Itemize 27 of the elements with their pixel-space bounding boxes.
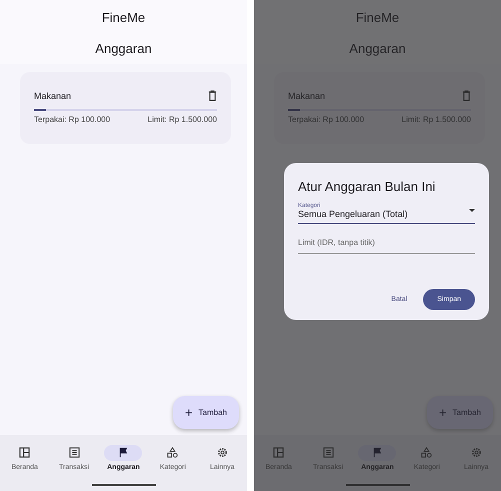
trash-icon[interactable] xyxy=(208,90,217,101)
add-button[interactable]: + Tambah xyxy=(172,396,239,429)
home-indicator xyxy=(92,484,156,486)
list-icon xyxy=(68,447,80,458)
home-indicator xyxy=(346,484,410,486)
dashboard-icon xyxy=(19,447,30,458)
budget-name: Makanan xyxy=(34,90,72,100)
dropdown-arrow-icon xyxy=(469,209,475,213)
app-title: FineMe xyxy=(102,10,146,25)
budget-name: Makanan xyxy=(288,90,326,100)
spent-amount: Terpakai: Rp 100.000 xyxy=(34,115,110,124)
shapes-icon xyxy=(421,447,432,458)
spent-amount: Terpakai: Rp 100.000 xyxy=(288,115,364,124)
dialog-title: Atur Anggaran Bulan Ini xyxy=(298,179,436,194)
list-icon xyxy=(322,447,334,458)
limit-amount: Limit: Rp 1.500.000 xyxy=(402,115,471,124)
dashboard-icon xyxy=(273,447,284,458)
page-title: Anggaran xyxy=(95,41,152,56)
flag-icon xyxy=(118,447,129,458)
shapes-icon xyxy=(167,447,178,458)
limit-amount: Limit: Rp 1.500.000 xyxy=(148,115,217,124)
settings-icon xyxy=(216,447,228,458)
limit-input-field[interactable]: Limit (IDR, tanpa titik) xyxy=(298,232,475,254)
flag-icon xyxy=(372,447,383,458)
settings-icon xyxy=(470,447,482,458)
app-title: FineMe xyxy=(356,10,400,25)
page-title: Anggaran xyxy=(349,41,406,56)
